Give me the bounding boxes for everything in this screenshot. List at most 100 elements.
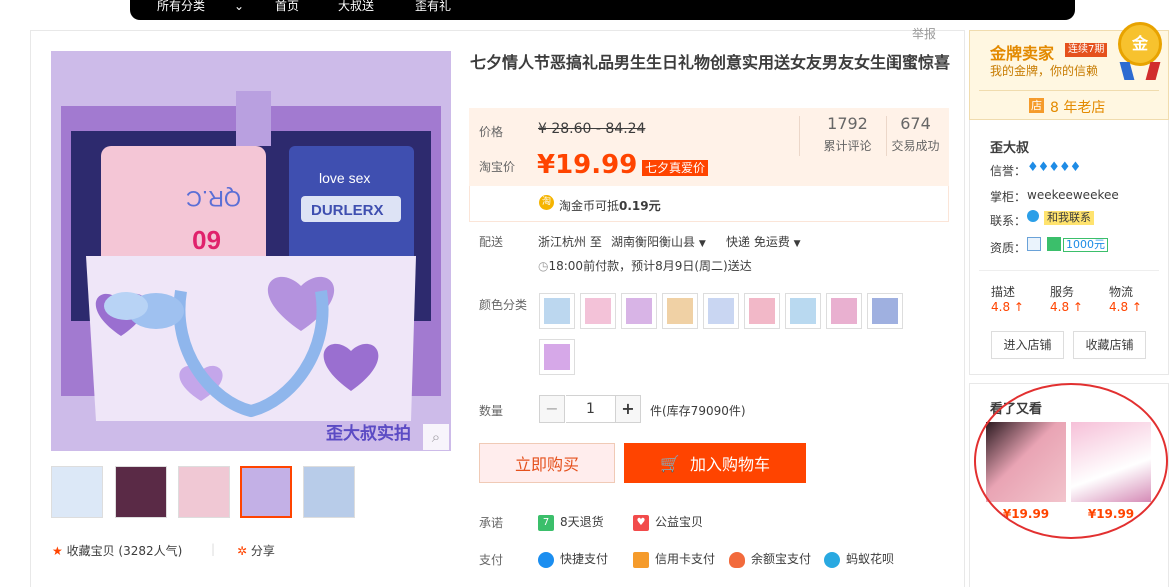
star-icon: ★ [52,544,63,558]
nav-all-categories[interactable]: 所有分类 [157,0,205,12]
current-price: ¥19.99 [537,150,638,180]
seller-name[interactable]: 歪大叔 [990,137,1029,156]
product-main-image[interactable]: QR.C 60 love sex DURLERX 歪大叔实拍 ⌕ [51,51,451,451]
color-option-swatch [585,298,611,324]
quantity-input[interactable]: 1 [566,395,615,423]
image-watermark: 歪大叔实拍 [326,423,411,443]
quantity-decrease-button[interactable]: − [539,395,565,423]
caret-down-icon: ▼ [793,239,801,249]
color-option-4[interactable] [662,293,698,329]
payment-huabei-text: 蚂蚁花呗 [846,552,895,566]
thumbnail-4-selected[interactable] [240,466,292,518]
delivery-destination-select[interactable]: 湖南衡阳衡山县 ▼ [611,233,706,250]
reviews-count[interactable]: 1792 [809,114,886,133]
charity-heart-icon: ♥ [633,514,649,531]
streak-badge: 连续7期 [1065,43,1108,57]
deposit-amount: 1000元 [1063,238,1108,252]
color-option-10[interactable] [539,339,575,375]
product-title: 七夕情人节恶搞礼品男生生日礼物创意实用送女友男友女生闺蜜惊喜 [470,53,951,72]
nav-wai-gift[interactable]: 歪有礼 [415,0,451,12]
gold-medal-icon: 金 [1118,22,1162,66]
zoom-search-icon[interactable]: ⌕ [423,424,449,450]
deals-label: 交易成功 [891,139,940,153]
color-option-1[interactable] [539,293,575,329]
price-panel: 价格 ¥ 28.60 - 84.24 淘宝价 ¥19.99 七夕真爱价 1792… [469,108,949,222]
color-option-swatch [749,298,775,324]
keeper-label: 掌柜： [990,190,1027,204]
payment-credit[interactable]: 信用卡支付 [633,550,715,568]
share-button[interactable]: ✲ 分享 [237,542,275,559]
taobao-price-label: 淘宝价 [479,160,516,174]
payment-credit-text: 信用卡支付 [655,552,716,566]
color-option-5[interactable] [703,293,739,329]
gold-seller-title: 金牌卖家 [990,44,1055,63]
favorite-text: 收藏宝贝 (3282人气) [66,544,183,558]
thumbnail-1[interactable] [51,466,103,518]
nav-uncle-gift[interactable]: 大叔送 [338,0,374,12]
svg-text:DURLERX: DURLERX [311,202,384,219]
quick-pay-icon [538,551,554,568]
color-option-7[interactable] [785,293,821,329]
money-bag-icon [729,551,745,568]
color-option-swatch [544,298,570,324]
thumbnail-3[interactable] [178,466,230,518]
color-option-8[interactable] [826,293,862,329]
report-link[interactable]: 举报 [912,25,936,42]
coin-amount: 0.19元 [619,199,661,213]
color-option-6[interactable] [744,293,780,329]
payment-yuebao[interactable]: 余额宝支付 [729,550,811,568]
color-option-9[interactable] [867,293,903,329]
buy-now-button[interactable]: 立即购买 [479,443,615,483]
color-option-swatch [544,344,570,370]
store-tag-icon: 店 [1029,98,1044,113]
credit-diamond-icons: ♦♦♦♦♦ [1027,160,1081,175]
credit-label: 信誉： [990,164,1027,178]
enter-store-button[interactable]: 进入店铺 [991,331,1064,359]
keeper-name[interactable]: weekeeweekee [1027,188,1119,202]
huabei-icon [824,551,840,568]
payment-quick[interactable]: 快捷支付 [538,550,608,568]
store-age: 8 年老店 [1050,100,1106,116]
chevron-down-icon[interactable]: ⌄ [234,0,244,12]
contact-seller-button[interactable]: 和我联系 [1044,211,1094,225]
deposit-icon [1047,237,1061,251]
credit-card-icon [633,551,649,568]
add-to-cart-button[interactable]: 🛒 加入购物车 [624,443,806,483]
gold-seller-slogan: 我的金牌，你的信赖 [990,64,1099,78]
delivery-destination: 湖南衡阳衡山县 [611,235,696,249]
promise-return[interactable]: 7 8天退货 [538,513,604,531]
rating-service-label: 服务 [1050,285,1075,299]
color-option-swatch [708,298,734,324]
color-option-3[interactable] [621,293,657,329]
promise-charity[interactable]: ♥ 公益宝贝 [633,513,703,531]
favorite-item[interactable]: ★ 收藏宝贝 (3282人气) [52,542,182,559]
share-label: 分享 [250,544,275,558]
add-to-cart-label: 加入购物车 [689,455,770,474]
caret-down-icon: ▼ [698,239,706,249]
svg-text:60: 60 [192,225,221,255]
payment-quick-text: 快捷支付 [560,552,609,566]
quantity-increase-button[interactable]: + [615,395,641,423]
delivery-eta: ◷18:00前付款，预计8月9日(周二)送达 [538,257,752,274]
svg-text:QR.C: QR.C [186,186,241,211]
gift-box-illustration: QR.C 60 love sex DURLERX 歪大叔实拍 [51,51,451,451]
reviews-label: 累计评论 [823,139,872,153]
payment-huabei[interactable]: 蚂蚁花呗 [824,550,894,568]
rating-logistics-value: 4.8 ↑ [1109,300,1142,314]
id-card-icon [1027,237,1041,251]
rating-service-value: 4.8 ↑ [1050,300,1083,314]
thumbnail-5[interactable] [303,466,355,518]
delivery-method-select[interactable]: 快递 免运费 ▼ [726,233,801,250]
share-icon: ✲ [237,544,248,558]
seven-day-return-icon: 7 [538,514,554,531]
coin-text: 淘金币可抵 [559,199,620,213]
nav-home[interactable]: 首页 [275,0,299,12]
favorite-store-button[interactable]: 收藏店铺 [1073,331,1146,359]
cart-icon: 🛒 [660,453,680,473]
divider: | [211,542,216,556]
price-label: 价格 [479,125,504,139]
red-circle-annotation [974,383,1168,539]
color-option-2[interactable] [580,293,616,329]
color-option-swatch [872,298,898,324]
thumbnail-2[interactable] [115,466,167,518]
